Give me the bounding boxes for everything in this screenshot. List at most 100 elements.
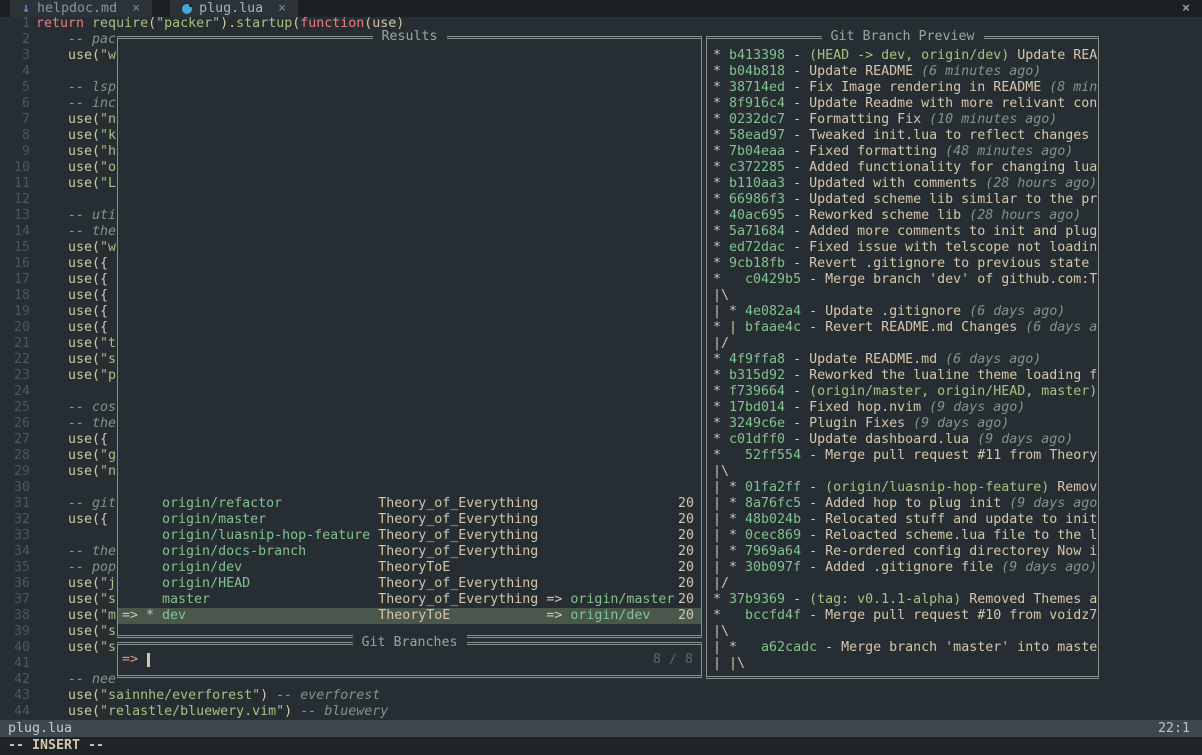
text-segment: use({ [36, 288, 109, 303]
text-segment: - Reloacted scheme.lua file to the l [801, 528, 1098, 543]
text-segment: (6 days a [1025, 320, 1098, 335]
text-segment: require [92, 16, 149, 31]
text-segment: c372285 [729, 160, 786, 175]
line-number: 6 [21, 96, 30, 111]
text-segment: - [785, 48, 810, 63]
branch-date: 20 [677, 544, 694, 559]
text-segment: * [713, 160, 730, 175]
text-segment: => [546, 592, 571, 607]
tab-helpdoc-md[interactable]: ↓ helpdoc.md × [10, 0, 153, 17]
window-close-icon[interactable]: × [1182, 1, 1190, 17]
text-segment: Theory_of_Everything [378, 592, 547, 607]
git-log-line: * c0429b5 - Merge branch 'dev' of github… [713, 272, 1098, 288]
line-number: 42 [13, 672, 30, 687]
text-segment: -- the [36, 224, 117, 239]
text-segment: 7969a64 [745, 544, 802, 559]
text-segment: ) [284, 704, 301, 719]
branch-row[interactable]: origin/refactor Theory_of_Everything 20 [118, 496, 701, 512]
text-segment: 8a76fc5 [745, 496, 802, 511]
code-text: use("h [30, 144, 116, 159]
text-segment: * [713, 272, 746, 287]
text-segment: Theory_of_Everything [378, 496, 547, 511]
git-log-line: | * 8a76fc5 - Added hop to plug init (9 … [713, 496, 1098, 512]
branch-results-list: origin/refactor Theory_of_Everything 20 … [118, 496, 701, 624]
git-log-line: * 5a71684 - Added more comments to init … [713, 224, 1098, 240]
text-segment: bccfd4f [745, 608, 802, 623]
git-log-line: |\ [713, 464, 1098, 480]
tab-plug-lua[interactable]: plug.lua × [170, 0, 299, 17]
tab-label: plug.lua [199, 0, 264, 16]
code-text: use("sainnhe/everforest") -- everforest [30, 688, 380, 703]
tab-label: helpdoc.md [37, 0, 118, 16]
text-segment: - Merge branch 'dev' of github.com:T [801, 272, 1098, 287]
text-segment: 38714ed [729, 80, 786, 95]
branch-row[interactable]: origin/dev TheoryToE 20 [118, 560, 701, 576]
text-segment: use({ [36, 304, 109, 319]
results-window: Results origin/refactor Theory_of_Everyt… [117, 29, 702, 638]
branch-row[interactable]: origin/luasnip-hop-feature Theory_of_Eve… [118, 528, 701, 544]
branch-row[interactable]: origin/master Theory_of_Everything 20 [118, 512, 701, 528]
code-text: use({ [30, 256, 108, 271]
text-segment: b04b818 [729, 64, 786, 79]
line-number: 35 [13, 560, 30, 575]
text-segment: - Merge pull request #11 from Theory [801, 448, 1098, 463]
branch-row[interactable]: master Theory_of_Everything => origin/ma… [118, 592, 701, 608]
text-segment: Theory_of_Everything [378, 528, 547, 543]
tabline: ↓ helpdoc.md × plug.lua × × [0, 0, 1202, 17]
branch-date: 20 [677, 528, 694, 543]
text-segment: - Fixed formatting [785, 144, 946, 159]
text-segment: * [713, 432, 730, 447]
text-segment: - Update .gitignore [801, 304, 970, 319]
text-segment: TheoryToE [378, 608, 547, 623]
line-number: 13 [13, 208, 30, 223]
line-number: 43 [13, 688, 30, 703]
text-segment: | * [713, 544, 746, 559]
text-segment: * [713, 352, 730, 367]
text-segment: (28 hours ago) [969, 208, 1082, 223]
text-segment: * [713, 256, 730, 271]
text-segment: * [713, 448, 746, 463]
git-log-line: * b413398 - (HEAD -> dev, origin/dev) Up… [713, 48, 1098, 64]
editor-line: 43 use("sainnhe/everforest") -- everfore… [0, 688, 1202, 704]
text-segment: "m [100, 608, 117, 623]
text-segment: * [713, 112, 730, 127]
code-text: use("p [30, 368, 116, 383]
line-number: 41 [13, 656, 30, 671]
mode-indicator: -- INSERT -- [8, 738, 105, 753]
branch-row-selected[interactable]: => * dev TheoryToE => origin/dev 20 [118, 608, 701, 624]
text-segment: "s [100, 624, 117, 639]
text-segment: |/ [713, 576, 730, 591]
text-segment: "s [100, 592, 117, 607]
branch-row[interactable]: origin/docs-branch Theory_of_Everything … [118, 544, 701, 560]
text-segment: * [713, 80, 730, 95]
git-log-line: * b110aa3 - Updated with comments (28 ho… [713, 176, 1098, 192]
markdown-icon: ↓ [22, 0, 31, 16]
text-segment: 5a71684 [729, 224, 786, 239]
text-segment: "p [100, 368, 117, 383]
preview-title: Git Branch Preview [821, 29, 984, 45]
code-text: use({ [30, 432, 108, 447]
text-segment: * [713, 400, 730, 415]
text-segment: (origin/luasnip-hop-feature) [825, 480, 1050, 495]
code-text: -- pop [30, 560, 116, 575]
prompt-window: Git Branches => 8 / 8 [117, 635, 702, 678]
line-number: 36 [13, 576, 30, 591]
text-segment: Theory_of_Everything [378, 576, 547, 591]
text-segment: f739664 [729, 384, 786, 399]
tab-close-icon[interactable]: × [124, 1, 140, 17]
text-segment: (9 days ago) [1001, 560, 1098, 575]
git-log-line: * b04b818 - Update README (6 minutes ago… [713, 64, 1098, 80]
text-segment: - Revert README.md Changes [801, 320, 1026, 335]
line-number: 5 [21, 80, 30, 95]
code-text: use("s [30, 592, 116, 607]
line-number: 15 [13, 240, 30, 255]
code-text: -- the [30, 224, 116, 239]
line-number: 14 [13, 224, 30, 239]
git-log-line: * ed72dac - Fixed issue with telscope no… [713, 240, 1098, 256]
text-segment: |\ [713, 624, 730, 639]
branch-row[interactable]: origin/HEAD Theory_of_Everything 20 [118, 576, 701, 592]
tab-close-icon[interactable]: × [270, 1, 286, 17]
branch-name: origin/HEAD [162, 576, 379, 591]
text-segment: use({ [36, 320, 109, 335]
